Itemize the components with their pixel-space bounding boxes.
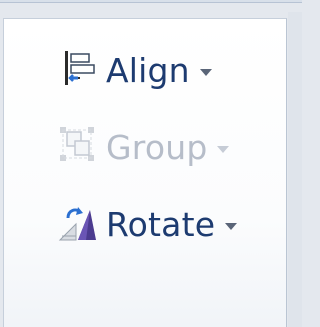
align-button[interactable]: Align xyxy=(60,48,212,92)
rotate-button[interactable]: Rotate xyxy=(56,200,238,248)
align-icon xyxy=(60,48,100,92)
group-dropdown-arrow-icon[interactable] xyxy=(217,145,230,153)
rotate-dropdown-arrow-icon[interactable] xyxy=(225,222,238,230)
group-button[interactable]: Group xyxy=(56,123,230,171)
group-label: Group xyxy=(106,127,208,167)
rotate-label: Rotate xyxy=(106,204,216,244)
align-dropdown-arrow-icon[interactable] xyxy=(199,68,212,76)
window-top-border xyxy=(0,0,302,3)
group-icon xyxy=(56,123,100,171)
panel-edge-right xyxy=(288,12,302,327)
align-label: Align xyxy=(106,50,190,90)
rotate-icon xyxy=(56,200,100,248)
